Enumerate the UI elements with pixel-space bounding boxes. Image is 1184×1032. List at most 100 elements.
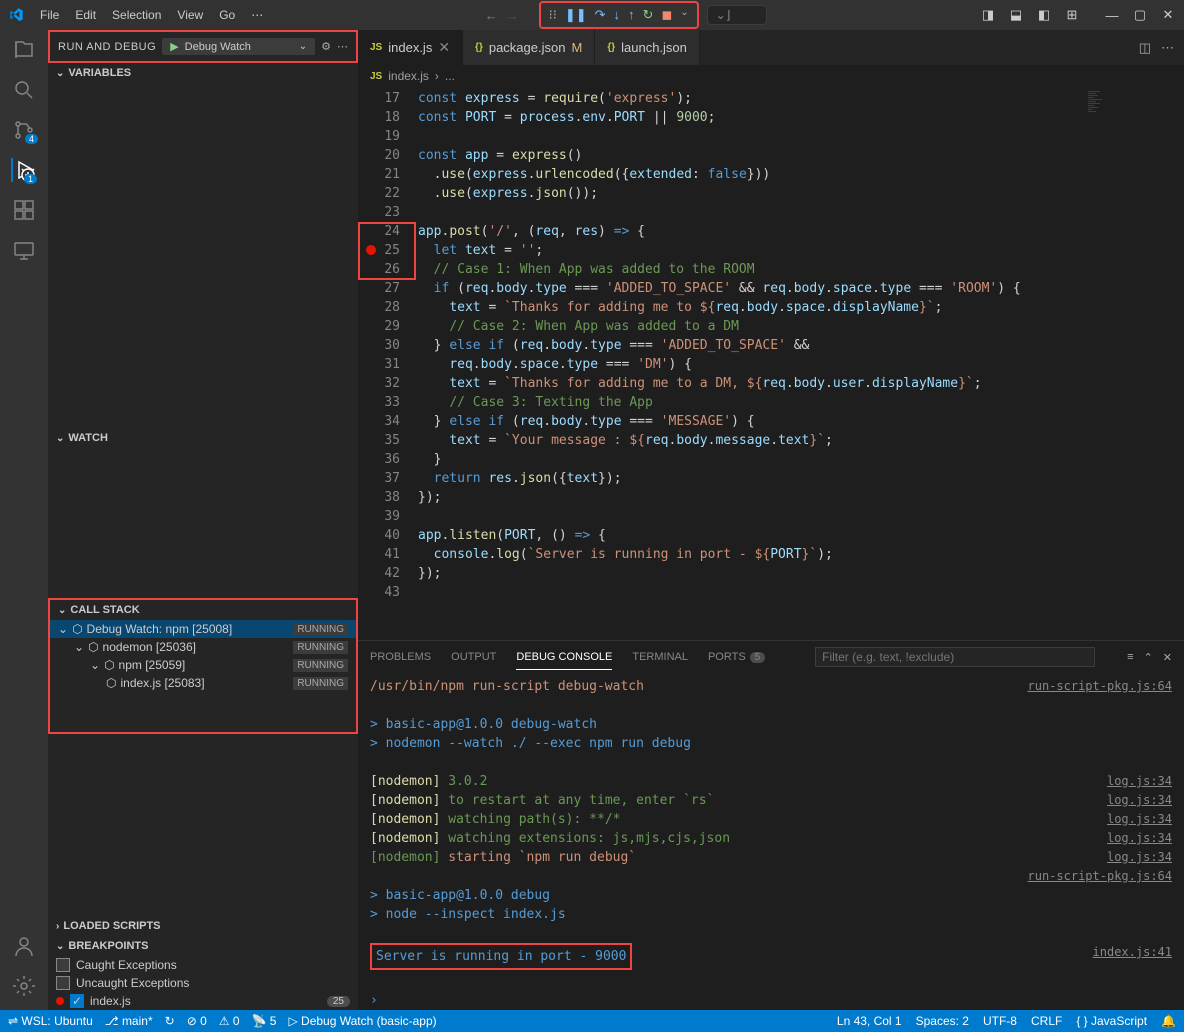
code-line[interactable]: return res.json({text}); <box>418 469 1084 488</box>
explorer-icon[interactable] <box>12 38 36 62</box>
line-number[interactable]: 31 <box>358 355 418 374</box>
watch-section-header[interactable]: ⌄WATCH <box>48 428 358 448</box>
line-number[interactable]: 23 <box>358 203 418 222</box>
git-branch-status[interactable]: ⎇ main* <box>105 1014 153 1028</box>
minimize-icon[interactable]: — <box>1104 7 1120 23</box>
line-number[interactable]: 32 <box>358 374 418 393</box>
code-line[interactable]: .use(express.urlencoded({extended: false… <box>418 165 1084 184</box>
checkbox-icon[interactable] <box>56 976 70 990</box>
ports-status[interactable]: 📡 5 <box>252 1014 277 1028</box>
line-number[interactable]: 17 <box>358 89 418 108</box>
layout-custom-icon[interactable]: ⊞ <box>1064 7 1080 23</box>
breakpoints-section-header[interactable]: ⌄BREAKPOINTS <box>48 936 358 956</box>
menu-go[interactable]: Go <box>211 8 243 22</box>
callstack-item[interactable]: ⬡ index.js [25083]RUNNING <box>50 674 356 692</box>
code-line[interactable]: } else if (req.body.type === 'MESSAGE') … <box>418 412 1084 431</box>
code-line[interactable]: }); <box>418 564 1084 583</box>
extensions-icon[interactable] <box>12 198 36 222</box>
menu-edit[interactable]: Edit <box>67 8 104 22</box>
minimap[interactable]: ▬▬▬▬▬▬▬▬▬▬▬▬▬▬▬▬▬▬▬▬▬▬▬▬▬▬▬▬▬▬▬▬▬▬▬▬▬▬▬▬… <box>1084 87 1184 640</box>
line-number[interactable]: 35 <box>358 431 418 450</box>
tab-package-json[interactable]: {}package.jsonM <box>463 30 595 65</box>
line-number[interactable]: 43 <box>358 583 418 602</box>
line-number[interactable]: 42 <box>358 564 418 583</box>
step-into-icon[interactable]: ↓ <box>614 7 621 23</box>
clear-console-icon[interactable]: ≡ <box>1127 651 1133 664</box>
menu-more[interactable]: ⋯ <box>243 8 271 22</box>
code-line[interactable]: } <box>418 450 1084 469</box>
menu-file[interactable]: File <box>32 8 67 22</box>
settings-icon[interactable] <box>12 974 36 998</box>
step-out-icon[interactable]: ↑ <box>628 7 635 23</box>
run-debug-icon[interactable]: 1 <box>11 158 35 182</box>
checkbox-icon[interactable]: ✓ <box>70 994 84 1008</box>
debug-console[interactable]: /usr/bin/npm run-script debug-watchrun-s… <box>358 673 1184 991</box>
cursor-position-status[interactable]: Ln 43, Col 1 <box>837 1014 902 1028</box>
line-number[interactable]: 28 <box>358 298 418 317</box>
tab-more-icon[interactable]: ⋯ <box>1161 40 1174 56</box>
menu-view[interactable]: View <box>169 8 211 22</box>
code-line[interactable]: let text = ''; <box>418 241 1084 260</box>
debug-status[interactable]: ▷ Debug Watch (basic-app) <box>288 1014 436 1028</box>
indentation-status[interactable]: Spaces: 2 <box>916 1014 969 1028</box>
code-line[interactable]: } else if (req.body.type === 'ADDED_TO_S… <box>418 336 1084 355</box>
layout-left-icon[interactable]: ◨ <box>980 7 996 23</box>
code-line[interactable] <box>418 507 1084 526</box>
code-line[interactable]: .use(express.json()); <box>418 184 1084 203</box>
code-line[interactable] <box>418 583 1084 602</box>
pause-icon[interactable]: ❚❚ <box>565 7 587 23</box>
code-editor[interactable]: 1718192021222324252627282930313233343536… <box>358 87 1184 640</box>
code-line[interactable]: // Case 3: Texting the App <box>418 393 1084 412</box>
source-control-icon[interactable]: 4 <box>12 118 36 142</box>
errors-status[interactable]: ⊘ 0 <box>187 1014 207 1028</box>
command-center[interactable]: ⌄⌋ <box>707 5 767 25</box>
line-number[interactable]: 19 <box>358 127 418 146</box>
breakpoint-uncaught[interactable]: Uncaught Exceptions <box>48 974 358 992</box>
split-editor-icon[interactable]: ◫ <box>1139 40 1151 56</box>
nav-forward-icon[interactable]: → <box>506 8 519 23</box>
breadcrumb[interactable]: JS index.js › ... <box>358 65 1184 87</box>
git-sync-status[interactable]: ↻ <box>165 1014 175 1028</box>
drag-handle-icon[interactable]: ⁝⁝ <box>549 7 557 23</box>
layout-right-icon[interactable]: ◧ <box>1036 7 1052 23</box>
breakpoint-caught[interactable]: Caught Exceptions <box>48 956 358 974</box>
line-number[interactable]: 33 <box>358 393 418 412</box>
notifications-icon[interactable]: 🔔 <box>1161 1014 1176 1028</box>
callstack-item[interactable]: ⌄ ⬡ npm [25059]RUNNING <box>50 656 356 674</box>
line-number[interactable]: 39 <box>358 507 418 526</box>
line-number[interactable]: 30 <box>358 336 418 355</box>
code-line[interactable]: text = `Thanks for adding me to a DM, ${… <box>418 374 1084 393</box>
checkbox-icon[interactable] <box>56 958 70 972</box>
remote-icon[interactable] <box>12 238 36 262</box>
line-number[interactable]: 37 <box>358 469 418 488</box>
layout-bottom-icon[interactable]: ⬓ <box>1008 7 1024 23</box>
encoding-status[interactable]: UTF-8 <box>983 1014 1017 1028</box>
more-icon[interactable]: ⋯ <box>337 40 348 53</box>
line-number[interactable]: 29 <box>358 317 418 336</box>
tab-output[interactable]: OUTPUT <box>451 645 496 669</box>
code-line[interactable]: const express = require('express'); <box>418 89 1084 108</box>
maximize-icon[interactable]: ▢ <box>1132 7 1148 23</box>
tab-terminal[interactable]: TERMINAL <box>632 645 688 669</box>
step-over-icon[interactable]: ↷ <box>595 7 606 23</box>
expand-panel-icon[interactable]: ⌃ <box>1144 651 1153 664</box>
line-number[interactable]: 38 <box>358 488 418 507</box>
restart-icon[interactable]: ↻ <box>643 7 654 23</box>
line-number[interactable]: 34 <box>358 412 418 431</box>
callstack-item[interactable]: ⌄ ⬡ Debug Watch: npm [25008]RUNNING <box>50 620 356 638</box>
line-number[interactable]: 36 <box>358 450 418 469</box>
callstack-item[interactable]: ⌄ ⬡ nodemon [25036]RUNNING <box>50 638 356 656</box>
code-line[interactable]: console.log(`Server is running in port -… <box>418 545 1084 564</box>
code-line[interactable]: app.listen(PORT, () => { <box>418 526 1084 545</box>
code-line[interactable]: app.post('/', (req, res) => { <box>418 222 1084 241</box>
nav-back-icon[interactable]: ← <box>485 8 498 23</box>
code-line[interactable]: if (req.body.type === 'ADDED_TO_SPACE' &… <box>418 279 1084 298</box>
code-line[interactable]: // Case 2: When App was added to a DM <box>418 317 1084 336</box>
code-line[interactable]: // Case 1: When App was added to the ROO… <box>418 260 1084 279</box>
code-line[interactable]: }); <box>418 488 1084 507</box>
tab-launch-json[interactable]: {}launch.json <box>595 30 700 65</box>
line-number[interactable]: 22 <box>358 184 418 203</box>
code-line[interactable]: const app = express() <box>418 146 1084 165</box>
line-number[interactable]: 41 <box>358 545 418 564</box>
gear-icon[interactable]: ⚙ <box>321 40 331 53</box>
